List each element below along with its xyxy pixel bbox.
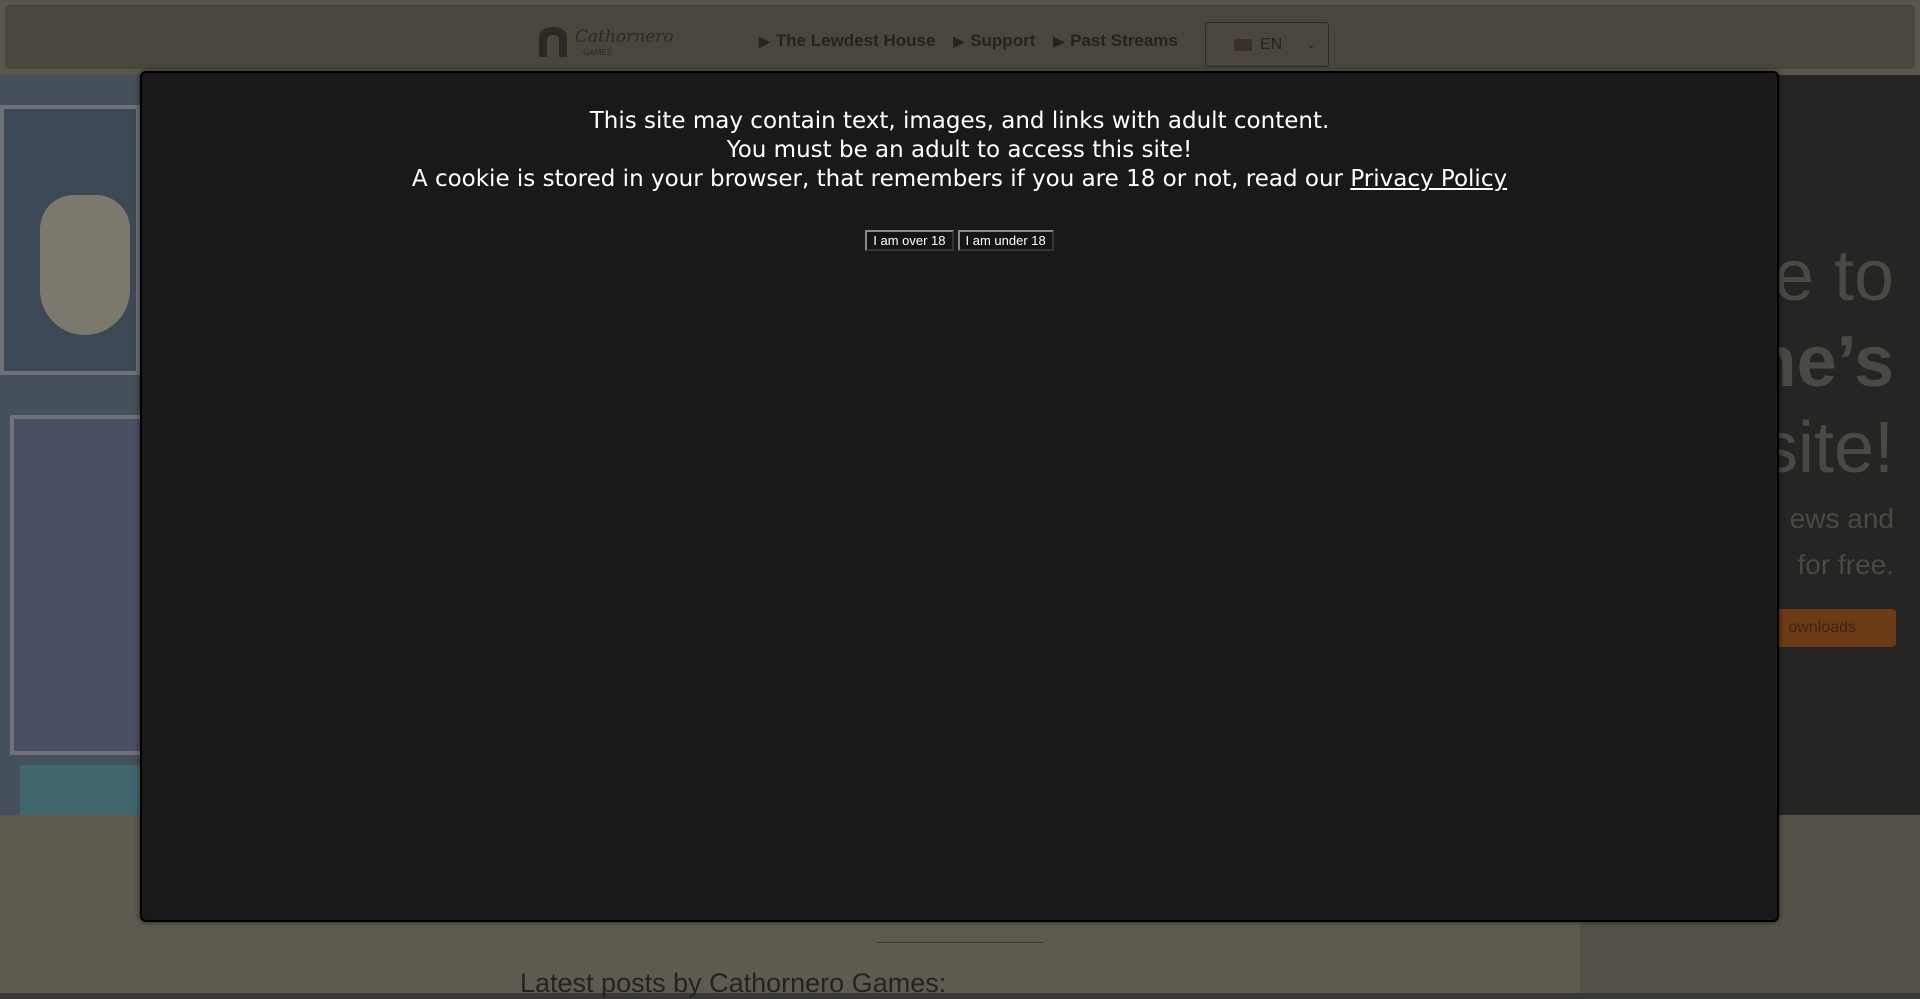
age-button-row: I am over 18 I am under 18	[142, 230, 1777, 251]
under-18-button[interactable]: I am under 18	[957, 230, 1054, 251]
age-verification-modal: This site may contain text, images, and …	[140, 71, 1779, 922]
over-18-button[interactable]: I am over 18	[865, 230, 954, 251]
cookie-notice-text: A cookie is stored in your browser, that…	[411, 166, 1351, 192]
cookie-notice: A cookie is stored in your browser, that…	[142, 165, 1777, 194]
age-warning-text: This site may contain text, images, and …	[142, 107, 1777, 194]
warning-line: This site may contain text, images, and …	[589, 108, 1330, 134]
privacy-policy-link[interactable]: Privacy Policy	[1350, 166, 1507, 192]
age-gate-overlay: This site may contain text, images, and …	[0, 0, 1920, 993]
warning-line: You must be an adult to access this site…	[726, 137, 1193, 163]
